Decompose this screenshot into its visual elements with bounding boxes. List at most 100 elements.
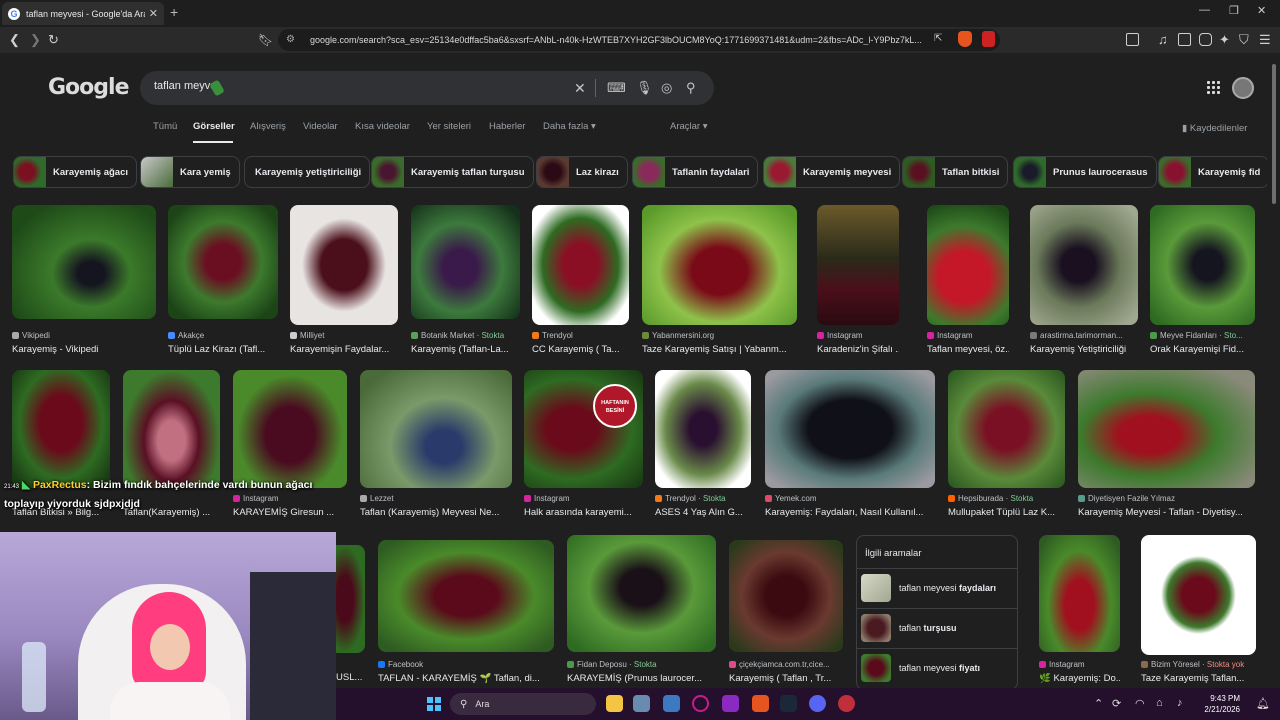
result-source[interactable]: Bizim Yöresel · Stokta yok bbox=[1141, 660, 1256, 669]
discord-icon[interactable] bbox=[809, 695, 826, 712]
tab-web[interactable]: Yer siteleri bbox=[427, 121, 471, 132]
result-caption[interactable]: Taflan meyvesi, öz... bbox=[927, 344, 1009, 355]
result-thumbnail[interactable] bbox=[378, 540, 554, 652]
share-icon[interactable]: ⇱ bbox=[934, 33, 942, 44]
window-close-icon[interactable]: ✕ bbox=[1257, 4, 1266, 17]
brave-rewards-icon[interactable] bbox=[982, 31, 995, 47]
result-caption[interactable]: Karayemiş: Faydaları, Nasıl Kullanıl... bbox=[765, 507, 935, 518]
result-source[interactable]: Instagram bbox=[927, 331, 1009, 340]
keyboard-icon[interactable]: ⌨ bbox=[607, 80, 626, 96]
result-source[interactable]: Botanik Market · Stokta bbox=[411, 331, 520, 340]
result-source[interactable]: Instagram bbox=[1039, 660, 1120, 669]
taskbar-search[interactable]: ⚲ Ara bbox=[450, 693, 596, 715]
result-thumbnail[interactable] bbox=[411, 205, 520, 319]
volume-icon[interactable]: ♪ bbox=[1177, 697, 1183, 709]
chip[interactable]: Karayemiş fid bbox=[1158, 156, 1267, 188]
result-caption[interactable]: Karayemiş Meyvesi - Taflan - Diyetisy... bbox=[1078, 507, 1255, 518]
chrome-icon[interactable] bbox=[838, 695, 855, 712]
tools-button[interactable]: Araçlar ▾ bbox=[670, 121, 708, 132]
tab-news[interactable]: Haberler bbox=[489, 121, 525, 132]
result-thumbnail[interactable] bbox=[1141, 535, 1256, 655]
result-thumbnail[interactable] bbox=[233, 370, 347, 488]
result-source[interactable]: Yabanmersini.org bbox=[642, 331, 797, 340]
result-caption[interactable]: KARAYEMİŞ (Prunus laurocer... bbox=[567, 673, 716, 684]
tab-more[interactable]: Daha fazla ▾ bbox=[543, 121, 596, 132]
apps-grid-icon[interactable] bbox=[1207, 81, 1220, 94]
leo-ai-icon[interactable]: ✦ bbox=[1219, 32, 1230, 48]
result-thumbnail[interactable] bbox=[1150, 205, 1255, 325]
vpn-icon[interactable]: ⛉ bbox=[1239, 32, 1249, 48]
clear-icon[interactable]: ✕ bbox=[574, 80, 586, 97]
browser-tab[interactable]: G taflan meyvesi - Google'da Ara ✕ bbox=[2, 2, 164, 25]
microphone-icon[interactable]: 🎙︎ bbox=[636, 80, 653, 96]
network-icon[interactable]: ⌂ bbox=[1156, 697, 1163, 709]
brave-taskbar-icon[interactable] bbox=[752, 695, 769, 712]
related-item[interactable]: taflan meyvesi fiyatı bbox=[857, 648, 1017, 686]
result-source[interactable]: Hepsiburada · Stokta bbox=[948, 494, 1065, 503]
result-caption[interactable]: Mullupaket Tüplü Laz K... bbox=[948, 507, 1065, 518]
tab-all[interactable]: Tümü bbox=[153, 121, 177, 132]
result-thumbnail[interactable] bbox=[1078, 370, 1255, 488]
saved-button[interactable]: ▮ Kaydedilenler bbox=[1182, 123, 1247, 134]
chip[interactable]: Karayemiş yetiştiriciliği bbox=[244, 156, 371, 188]
result-source[interactable]: Meyve Fidanları · Sto... bbox=[1150, 331, 1255, 340]
result-thumbnail[interactable] bbox=[336, 545, 365, 653]
site-info-icon[interactable]: ⚙ bbox=[286, 34, 295, 45]
result-source[interactable]: Akakçe bbox=[168, 331, 278, 340]
result-thumbnail[interactable] bbox=[1039, 535, 1120, 652]
search-icon[interactable]: ⚲ bbox=[686, 80, 696, 96]
tab-shopping[interactable]: Alışveriş bbox=[250, 121, 286, 132]
result-source[interactable]: Milliyet bbox=[290, 331, 398, 340]
related-item[interactable]: taflan turşusu bbox=[857, 608, 1017, 646]
chip[interactable]: Kara yemiş bbox=[140, 156, 240, 188]
taskview-icon[interactable] bbox=[633, 695, 650, 712]
chip[interactable]: Taflan bitkisi bbox=[902, 156, 1009, 188]
google-logo[interactable]: Google bbox=[48, 75, 129, 100]
tab-short-videos[interactable]: Kısa videolar bbox=[355, 121, 410, 132]
result-caption[interactable]: Taze Karayemiş Satışı | Yabanm... bbox=[642, 344, 797, 355]
scrollbar-thumb[interactable] bbox=[1272, 64, 1276, 204]
notification-icon[interactable]: 🔔︎ bbox=[1256, 697, 1270, 710]
result-caption[interactable]: Taze Karayemiş Taflan... bbox=[1141, 673, 1256, 684]
sidebar-icon[interactable] bbox=[1126, 33, 1139, 46]
media-icon[interactable]: ♫ bbox=[1158, 32, 1168, 48]
result-source[interactable]: Yemek.com bbox=[765, 494, 935, 503]
result-caption[interactable]: 🌿 Karayemiş: Do... bbox=[1039, 673, 1120, 684]
result-caption[interactable]: Karayemiş - Vikipedi bbox=[12, 344, 156, 355]
result-thumbnail[interactable] bbox=[12, 205, 156, 319]
chip[interactable]: Laz kirazı bbox=[536, 156, 628, 188]
wallet-icon[interactable] bbox=[1199, 33, 1212, 46]
address-bar[interactable]: ⚙ google.com/search?sca_esv=25134e0dffac… bbox=[278, 29, 1000, 51]
chip[interactable]: Prunus laurocerasus bbox=[1013, 156, 1157, 188]
result-source[interactable]: Lezzet bbox=[360, 494, 512, 503]
chip[interactable]: Karayemiş taflan turşusu bbox=[371, 156, 534, 188]
result-caption[interactable]: Tüplü Laz Kirazı (Tafl... bbox=[168, 344, 278, 355]
avatar[interactable] bbox=[1232, 77, 1254, 99]
result-thumbnail[interactable] bbox=[567, 535, 716, 652]
brave-shields-icon[interactable] bbox=[958, 31, 972, 47]
result-source[interactable]: Fidan Deposu · Stokta bbox=[567, 660, 716, 669]
minimize-icon[interactable]: — bbox=[1199, 4, 1210, 16]
tab-close-icon[interactable]: ✕ bbox=[149, 7, 158, 20]
result-caption[interactable]: Karayemiş ( Taflan , Tr... bbox=[729, 673, 843, 684]
result-thumbnail[interactable] bbox=[12, 370, 110, 488]
result-source[interactable]: Trendyol · Stokta bbox=[655, 494, 751, 503]
result-thumbnail[interactable] bbox=[927, 205, 1009, 325]
result-source[interactable]: Trendyol bbox=[532, 331, 629, 340]
obs-icon[interactable] bbox=[722, 695, 739, 712]
back-icon[interactable]: ❮ bbox=[9, 32, 20, 48]
result-caption[interactable]: TAFLAN - KARAYEMİŞ 🌱 Taflan, di... bbox=[378, 673, 554, 684]
search-box[interactable]: ✕ ⌨ 🎙︎ ◎ ⚲ bbox=[140, 71, 714, 105]
result-thumbnail[interactable] bbox=[765, 370, 935, 488]
result-thumbnail[interactable] bbox=[1030, 205, 1138, 325]
reading-list-icon[interactable] bbox=[1178, 33, 1191, 46]
tab-images[interactable]: Görseller bbox=[193, 121, 235, 132]
result-thumbnail[interactable] bbox=[168, 205, 278, 319]
result-source[interactable]: Diyetisyen Fazile Yılmaz bbox=[1078, 494, 1255, 503]
result-caption[interactable]: Taflan (Karayemiş) Meyvesi Ne... bbox=[360, 507, 512, 518]
tab-videos[interactable]: Videolar bbox=[303, 121, 338, 132]
reload-icon[interactable]: ↻ bbox=[48, 32, 59, 48]
result-thumbnail[interactable] bbox=[817, 205, 899, 325]
result-thumbnail[interactable] bbox=[532, 205, 629, 325]
result-caption[interactable]: Karayemiş Yetiştiriciliği bbox=[1030, 344, 1138, 355]
